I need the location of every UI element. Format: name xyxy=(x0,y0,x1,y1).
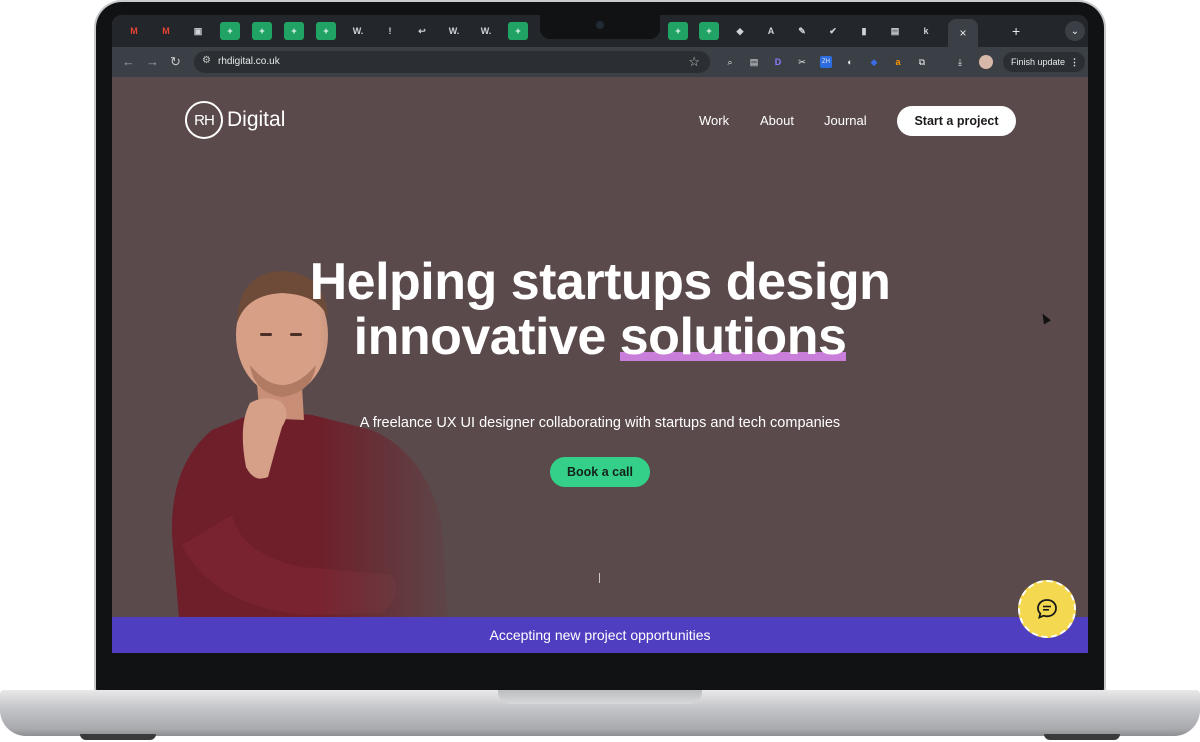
active-tab-close-button[interactable]: × xyxy=(948,19,978,47)
address-bar[interactable]: ⚙ rhdigital.co.uk ☆ xyxy=(194,51,710,73)
forward-arrow-icon[interactable]: → xyxy=(146,54,159,69)
browser-tab-sheets-icon[interactable]: + xyxy=(252,22,272,40)
finish-update-button[interactable]: Finish update ⋮ xyxy=(1003,52,1085,72)
browser-tab-sheets-icon[interactable]: + xyxy=(699,22,719,40)
browser-tab-app-icon[interactable]: ▤ xyxy=(885,22,905,40)
screen-chin xyxy=(112,653,1088,683)
logo-mark: RH xyxy=(185,101,223,139)
bookmark-star-icon[interactable]: ☆ xyxy=(688,54,700,70)
extension-icon[interactable]: ◆ xyxy=(868,56,880,68)
highlighted-word: solutions xyxy=(619,308,847,366)
browser-tab-info-icon[interactable]: ! xyxy=(380,22,400,40)
website-page: RH Digital Work About Journal Start a pr… xyxy=(112,77,1088,653)
download-icon[interactable]: ⤓ xyxy=(954,56,966,68)
laptop-foot xyxy=(1044,734,1120,740)
more-menu-icon[interactable]: ⋮ xyxy=(1070,57,1079,68)
laptop-opening-notch xyxy=(498,690,702,704)
zoom-icon[interactable]: ⌕ xyxy=(724,56,736,68)
browser-tab-gmail-icon[interactable]: M xyxy=(124,22,144,40)
nav-link-work[interactable]: Work xyxy=(699,113,729,128)
browser-tab-word-icon[interactable]: W. xyxy=(476,22,496,40)
laptop-screen: M M ▣ + + + + W.! ↩ W. W. + + + ◆ A ✎ ✔ ▮ ▤ k × + ⌄ ← → ↻ ⚙… xyxy=(112,15,1088,653)
start-project-button[interactable]: Start a project xyxy=(897,106,1016,136)
hero-heading: Helping startups design innovative solut… xyxy=(262,255,938,365)
extension-icon[interactable]: ◐ xyxy=(844,56,856,68)
browser-tab-sheets-icon[interactable]: + xyxy=(220,22,240,40)
extension-icon[interactable]: ZH xyxy=(820,56,832,68)
hero-line-1: Helping startups design xyxy=(309,253,891,311)
browser-tab-docs-icon[interactable]: ▣ xyxy=(188,22,208,40)
browser-tab-sheets-icon[interactable]: + xyxy=(284,22,304,40)
nav-link-journal[interactable]: Journal xyxy=(824,113,867,128)
finish-update-label: Finish update xyxy=(1011,57,1066,67)
browser-tab-app-icon[interactable]: ◆ xyxy=(730,22,750,40)
nav-link-about[interactable]: About xyxy=(760,113,794,128)
browser-tab-sheets-icon[interactable]: + xyxy=(508,22,528,40)
hero-line-2: innovative solutions xyxy=(262,310,938,365)
chat-button[interactable] xyxy=(1018,580,1076,638)
hero-line-2-text: innovative xyxy=(353,308,620,366)
browser-toolbar: ← → ↻ ⚙ rhdigital.co.uk ☆ ⌕ ▤ D ✂ ZH ◐ ◆… xyxy=(112,47,1088,77)
laptop-foot xyxy=(80,734,156,740)
text-cursor xyxy=(599,573,600,583)
document-extension-icon[interactable]: ▤ xyxy=(748,56,760,68)
camera-icon xyxy=(596,21,604,29)
availability-banner: Accepting new project opportunities xyxy=(112,617,1088,653)
browser-tab-word-icon[interactable]: W. xyxy=(444,22,464,40)
logo-text: Digital xyxy=(227,108,286,131)
extensions-puzzle-icon[interactable]: ⧉ xyxy=(916,56,928,68)
browser-tab-app-icon[interactable]: k xyxy=(916,22,936,40)
reload-icon[interactable]: ↻ xyxy=(170,54,181,70)
new-tab-button[interactable]: + xyxy=(1012,23,1020,39)
hero-subheading: A freelance UX UI designer collaborating… xyxy=(359,415,841,431)
browser-tab-app-icon[interactable]: A xyxy=(761,22,781,40)
tab-search-button[interactable]: ⌄ xyxy=(1065,21,1085,41)
browser-tab-check-icon[interactable]: ✔ xyxy=(823,22,843,40)
browser-tab-analytics-icon[interactable]: ▮ xyxy=(854,22,874,40)
browser-tab-back-arrow-icon[interactable]: ↩ xyxy=(412,22,432,40)
extension-icon[interactable]: ✂ xyxy=(796,56,808,68)
browser-tab-gmail-icon[interactable]: M xyxy=(156,22,176,40)
mouse-pointer-icon xyxy=(1039,311,1051,325)
amazon-extension-icon[interactable]: a xyxy=(892,56,904,68)
site-logo[interactable]: RH Digital xyxy=(185,101,285,139)
profile-avatar[interactable] xyxy=(979,55,993,69)
chat-bubble-icon xyxy=(1037,599,1057,620)
browser-tab-sheets-icon[interactable]: + xyxy=(668,22,688,40)
banner-text: Accepting new project opportunities xyxy=(489,627,711,643)
browser-tab-word-icon[interactable]: W. xyxy=(348,22,368,40)
url-text: rhdigital.co.uk xyxy=(218,56,280,67)
back-arrow-icon[interactable]: ← xyxy=(122,54,135,69)
browser-tab-sheets-icon[interactable]: + xyxy=(316,22,336,40)
book-call-button[interactable]: Book a call xyxy=(550,457,650,487)
browser-tab-app-icon[interactable]: ✎ xyxy=(792,22,812,40)
site-settings-icon[interactable]: ⚙ xyxy=(202,55,211,66)
d-extension-icon[interactable]: D xyxy=(772,56,784,68)
